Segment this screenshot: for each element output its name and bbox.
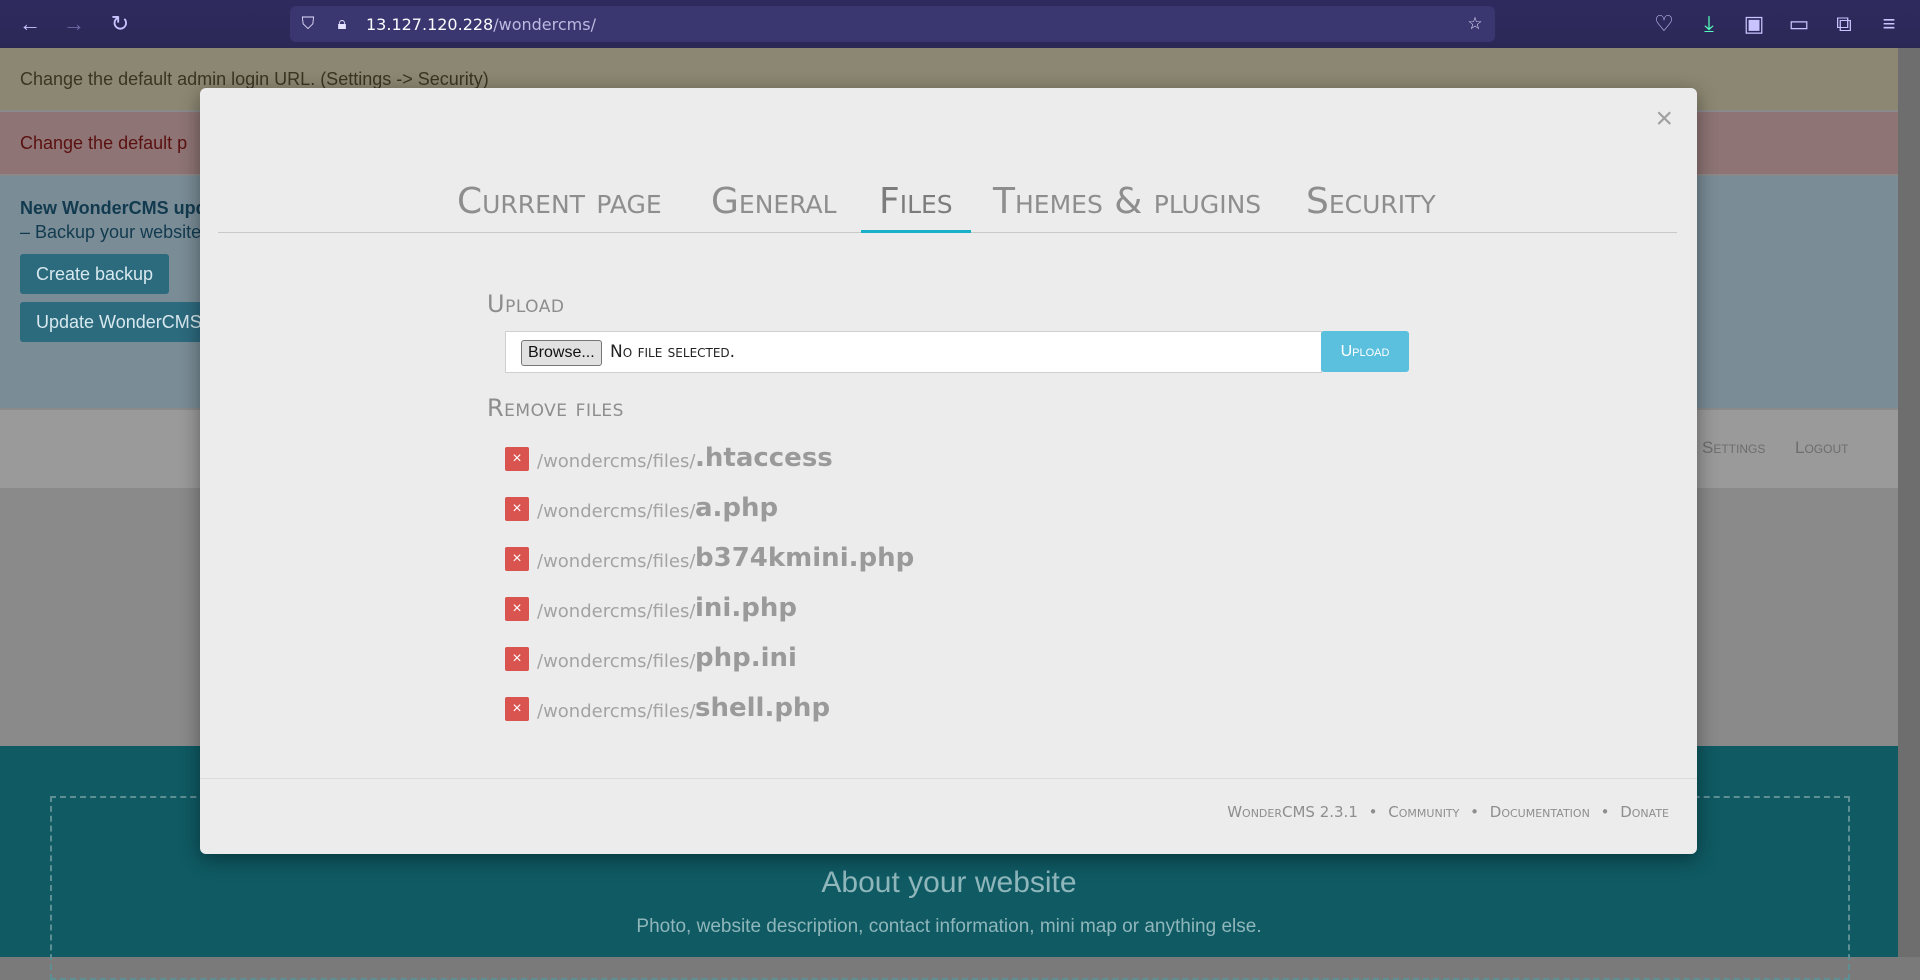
footer-links: WonderCMS 2.3.1 • Community • Documentat… [1227, 803, 1669, 821]
url-text[interactable]: 13.127.120.228/wondercms/ [366, 15, 596, 34]
file-path: /wondercms/files/ [537, 501, 696, 522]
file-input[interactable]: Browse... No file selected. [505, 331, 1322, 373]
shield-icon[interactable]: ⛉ [298, 14, 318, 34]
tab-files[interactable]: Files [861, 182, 971, 233]
delete-file-button[interactable]: × [505, 647, 529, 671]
modal-footer: WonderCMS 2.3.1 • Community • Documentat… [200, 778, 1697, 855]
footer-separator: • [1470, 803, 1480, 821]
delete-file-button[interactable]: × [505, 497, 529, 521]
delete-file-button[interactable]: × [505, 597, 529, 621]
menu-hamburger-icon[interactable]: ≡ [1875, 10, 1903, 38]
footer-version-link[interactable]: WonderCMS 2.3.1 [1227, 803, 1358, 821]
menu-logout[interactable]: Logout [1795, 438, 1848, 458]
upload-heading: Upload [487, 290, 565, 318]
bookmark-star-icon[interactable]: ☆ [1465, 14, 1485, 34]
browse-button[interactable]: Browse... [521, 340, 602, 366]
settings-tabs: Current page General Files Themes & plug… [218, 182, 1677, 233]
update-text: – Backup your website [20, 222, 202, 242]
browser-toolbar: ← → ↻ ⛉ 🔒︎ 13.127.120.228/wondercms/ ☆ ♡… [0, 0, 1920, 48]
create-backup-button[interactable]: Create backup [20, 254, 170, 294]
delete-file-button[interactable]: × [505, 697, 529, 721]
lock-icon[interactable]: 🔒︎ [332, 14, 352, 34]
update-wondercms-button[interactable]: Update WonderCMS [20, 302, 218, 342]
tab-general[interactable]: General [711, 182, 837, 230]
update-title: New WonderCMS upd [20, 198, 207, 218]
page-scrollbar[interactable] [1898, 48, 1920, 957]
file-name: shell.php [695, 693, 831, 723]
back-icon[interactable]: ← [16, 10, 44, 38]
extension-square-icon[interactable]: ▣ [1740, 10, 1768, 38]
url-bar[interactable]: ⛉ 🔒︎ 13.127.120.228/wondercms/ ☆ [290, 6, 1495, 42]
tab-current-page[interactable]: Current page [457, 182, 662, 230]
tab-themes-plugins[interactable]: Themes & plugins [993, 182, 1261, 230]
menu-settings[interactable]: Settings [1702, 438, 1765, 458]
footer-donate-link[interactable]: Donate [1620, 803, 1669, 821]
remove-files-heading: Remove files [487, 394, 624, 422]
screen-icon[interactable]: ▭ [1785, 10, 1813, 38]
tab-security[interactable]: Security [1306, 182, 1436, 230]
file-name: .htaccess [695, 443, 833, 473]
no-file-label: No file selected. [610, 342, 736, 362]
file-path: /wondercms/files/ [537, 601, 696, 622]
footer-separator: • [1368, 803, 1378, 821]
delete-file-button[interactable]: × [505, 547, 529, 571]
file-name: b374kmini.php [695, 543, 915, 573]
extensions-puzzle-icon[interactable]: ⧉ [1830, 10, 1858, 38]
about-title[interactable]: About your website [0, 866, 1898, 900]
file-path: /wondercms/files/ [537, 451, 696, 472]
file-name: ini.php [695, 593, 797, 623]
url-host: 13.127.120.228 [366, 15, 494, 34]
delete-file-button[interactable]: × [505, 447, 529, 471]
file-path: /wondercms/files/ [537, 551, 696, 572]
file-name: php.ini [695, 643, 797, 673]
footer-documentation-link[interactable]: Documentation [1490, 803, 1590, 821]
reload-icon[interactable]: ↻ [106, 10, 134, 38]
footer-community-link[interactable]: Community [1388, 803, 1459, 821]
about-subtitle[interactable]: Photo, website description, contact info… [0, 916, 1898, 938]
close-icon[interactable]: × [1655, 104, 1673, 134]
url-path: /wondercms/ [493, 15, 596, 34]
footer-separator: • [1600, 803, 1610, 821]
file-path: /wondercms/files/ [537, 651, 696, 672]
file-path: /wondercms/files/ [537, 701, 696, 722]
upload-button[interactable]: Upload [1321, 331, 1409, 372]
download-icon[interactable]: ⤓ [1695, 10, 1723, 38]
file-name: a.php [695, 493, 779, 523]
pocket-icon[interactable]: ♡ [1650, 10, 1678, 38]
settings-modal: × Current page General Files Themes & pl… [200, 88, 1697, 854]
forward-icon[interactable]: → [60, 10, 88, 38]
